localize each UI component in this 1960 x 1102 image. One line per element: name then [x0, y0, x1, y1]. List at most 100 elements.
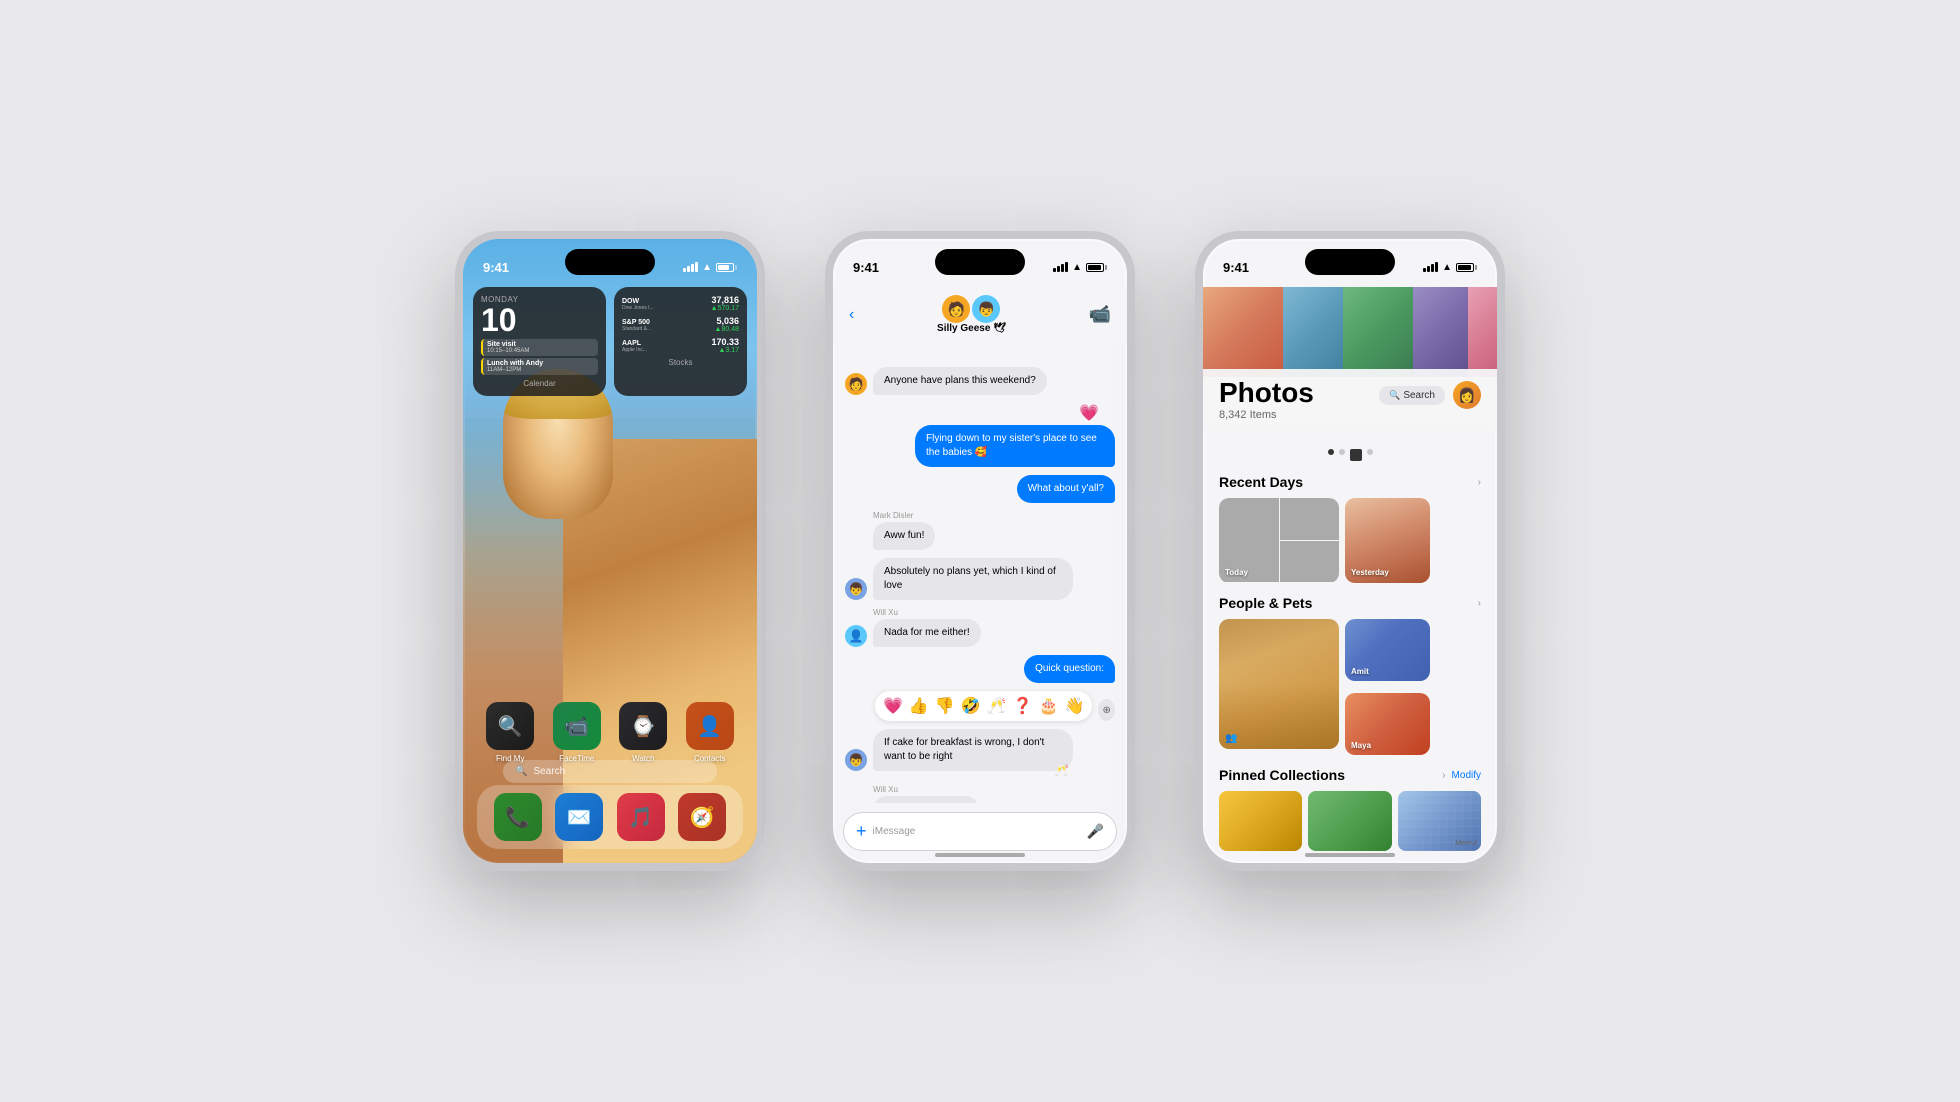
sender-will-2: Will Xu — [873, 785, 1115, 794]
bubble-9: Haha I second that — [873, 796, 979, 803]
tapback-thumbsup[interactable]: 👍 — [909, 696, 929, 716]
home-indicator-3 — [1305, 853, 1395, 857]
dock-compass[interactable]: 🧭 — [676, 793, 730, 841]
mail-app-icon: ✉️ — [555, 793, 603, 841]
status-time-2: 9:41 — [853, 260, 879, 275]
battery-icon-2 — [1086, 263, 1107, 272]
app-watch[interactable]: ⌚ Watch — [616, 702, 671, 763]
tapback-row: 💗 👍 👎 🤣 🥂 ❓ 🎂 👋 ⊕ — [845, 691, 1115, 721]
message-text-input[interactable]: iMessage — [873, 826, 1081, 837]
dock-mail[interactable]: ✉️ — [553, 793, 607, 841]
dot-4 — [1367, 449, 1373, 455]
message-4: Aww fun! — [845, 522, 1115, 550]
bubble-8: If cake for breakfast is wrong, I don't … — [873, 729, 1073, 771]
tapback-heart[interactable]: 💗 — [883, 696, 903, 716]
avatar-icon: 👩 — [1458, 387, 1475, 404]
photos-header: Photos 8,342 Items 🔍 Search 👩 — [1203, 369, 1497, 429]
home-indicator-2 — [935, 853, 1025, 857]
photos-avatar-button[interactable]: 👩 — [1453, 381, 1481, 409]
people-card-large[interactable]: 👥 — [1219, 619, 1339, 749]
message-1: 🧑 Anyone have plans this weekend? — [845, 367, 1115, 395]
calendar-widget[interactable]: MONDAY 10 Site visit 10:15–10:45AM Lunch… — [473, 287, 606, 396]
message-5: 👦 Absolutely no plans yet, which I kind … — [845, 558, 1115, 600]
pinned-row: Meerut — [1219, 791, 1481, 851]
tapback-wave[interactable]: 👋 — [1064, 696, 1084, 716]
spotlight-search[interactable]: 🔍 Search — [503, 760, 717, 783]
tapback-cake[interactable]: 🎂 — [1039, 696, 1059, 716]
video-call-button[interactable]: 📹 — [1089, 304, 1111, 325]
pinned-card-2[interactable] — [1308, 791, 1391, 851]
music-app-icon: 🎵 — [617, 793, 665, 841]
photos-search-button[interactable]: 🔍 Search — [1379, 386, 1445, 405]
iphone-messages-screen: 9:41 ▲ ‹ 🧑 👦 Silly Geese — [825, 231, 1135, 871]
message-7: Quick question: — [845, 655, 1115, 683]
search-icon: 🔍 — [515, 766, 527, 777]
today-card[interactable]: Today — [1219, 498, 1339, 583]
amit-card[interactable]: Amit — [1345, 619, 1430, 681]
dock-music[interactable]: 🎵 — [614, 793, 668, 841]
heart-reaction: 💗 — [845, 403, 1115, 423]
yesterday-label: Yesterday — [1351, 568, 1389, 577]
status-icons-2: ▲ — [1053, 262, 1107, 273]
messages-header: ‹ 🧑 👦 Silly Geese 🕊 📹 — [833, 287, 1127, 342]
tapback-picker[interactable]: 💗 👍 👎 🤣 🥂 ❓ 🎂 👋 — [875, 691, 1092, 721]
signal-icon-3 — [1423, 262, 1438, 272]
message-9: Haha I second that — [845, 796, 1115, 803]
facetime-icon: 📹 — [553, 702, 601, 750]
maya-card[interactable]: Maya — [1345, 693, 1430, 755]
app-findmy[interactable]: 🔍 Find My — [483, 702, 538, 763]
battery-icon — [716, 263, 737, 272]
message-8-group: 👦 If cake for breakfast is wrong, I don'… — [845, 729, 1115, 779]
conversation-header[interactable]: 🧑 👦 Silly Geese 🕊 — [937, 295, 1006, 334]
dot-1 — [1328, 449, 1334, 455]
search-label-photos: Search — [1403, 390, 1435, 401]
add-attachment-button[interactable]: + — [856, 821, 867, 842]
avatar-8: 👦 — [845, 749, 867, 771]
bubble-4: Aww fun! — [873, 522, 935, 550]
mic-button[interactable]: 🎤 — [1087, 823, 1104, 840]
today-label: Today — [1225, 568, 1248, 577]
signal-icon — [683, 262, 698, 272]
app-contacts[interactable]: 👤 Contacts — [683, 702, 738, 763]
iphone-home-screen: 9:41 ▲ MONDAY 10 Site visit — [455, 231, 765, 871]
add-reaction-button[interactable]: ⊕ — [1098, 699, 1115, 721]
tapback-celebrate[interactable]: 🥂 — [987, 696, 1007, 716]
yesterday-card[interactable]: Yesterday — [1345, 498, 1430, 583]
dock-phone[interactable]: 📞 — [491, 793, 545, 841]
group-icon: 👥 — [1225, 733, 1237, 744]
tapback-thumbsdown[interactable]: 👎 — [935, 696, 955, 716]
modify-button[interactable]: Modify — [1452, 770, 1481, 781]
findmy-icon: 🔍 — [486, 702, 534, 750]
recent-days-arrow[interactable]: › — [1478, 477, 1481, 488]
avatar-1: 🧑 — [845, 373, 867, 395]
today-photo-2 — [1280, 498, 1340, 540]
stocks-widget[interactable]: DOW Dow Jones I... 37,816 ▲570.17 S&P 50… — [614, 287, 747, 396]
watch-icon: ⌚ — [619, 702, 667, 750]
wifi-icon: ▲ — [702, 262, 712, 273]
pinned-card-1[interactable] — [1219, 791, 1302, 851]
today-photo-3 — [1280, 541, 1340, 583]
pinned-card-3[interactable]: Meerut — [1398, 791, 1481, 851]
tapback-haha[interactable]: 🤣 — [961, 696, 981, 716]
iphone-photos-screen: 9:41 ▲ — [1195, 231, 1505, 871]
group-avatar-1: 🧑 — [942, 295, 970, 323]
pinned-arrow[interactable]: › — [1442, 770, 1445, 781]
dynamic-island — [565, 249, 655, 275]
recent-days-grid: Today Yesterday — [1219, 498, 1481, 583]
battery-icon-3 — [1456, 263, 1477, 272]
group-avatar-2: 👦 — [972, 295, 1000, 323]
cal-date: 10 — [481, 304, 598, 336]
people-pets-arrow[interactable]: › — [1478, 598, 1481, 609]
dynamic-island-2 — [935, 249, 1025, 275]
message-6: 👤 Nada for me either! — [845, 619, 1115, 647]
photos-count: 8,342 Items — [1219, 409, 1314, 421]
tapback-question[interactable]: ❓ — [1013, 696, 1033, 716]
back-button[interactable]: ‹ — [849, 306, 854, 324]
app-facetime[interactable]: 📹 FaceTime — [550, 702, 605, 763]
phone-app-icon: 📞 — [494, 793, 542, 841]
photos-title: Photos — [1219, 377, 1314, 409]
group-avatars: 🧑 👦 — [942, 295, 1000, 323]
contacts-icon: 👤 — [686, 702, 734, 750]
message-input-bar[interactable]: + iMessage 🎤 — [843, 812, 1117, 851]
status-time: 9:41 — [483, 260, 509, 275]
